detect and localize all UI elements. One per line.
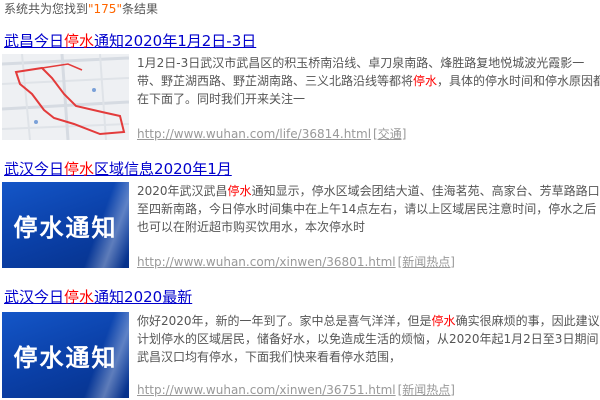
result-title-link[interactable]: 武昌今日停水通知2020年1月2日-3日 bbox=[4, 32, 256, 50]
category-tag[interactable]: [交通] bbox=[373, 127, 406, 141]
title-highlight: 停水 bbox=[64, 160, 95, 178]
summary-suffix: 条结果 bbox=[121, 2, 158, 16]
result-url-line: http://www.wuhan.com/life/36814.html [交通] bbox=[137, 126, 406, 142]
category-tag[interactable]: [新闻热点] bbox=[398, 383, 455, 397]
snippet-text: 2020年武汉武昌 bbox=[137, 184, 228, 198]
title-text: 武昌今日 bbox=[4, 32, 65, 50]
snippet-highlight: 停水 bbox=[431, 314, 456, 328]
notice-thumbnail[interactable]: 停水通知 bbox=[2, 312, 129, 398]
result-snippet: 1月2日-3日武汉市武昌区的积玉桥南沿线、卓刀泉南路、烽胜路复地悦城波光霞影一带… bbox=[137, 54, 600, 110]
results-summary: 系统共为您找到"175"条结果 bbox=[4, 1, 158, 17]
notice-thumbnail[interactable]: 停水通知 bbox=[2, 182, 129, 268]
result-url-line: http://www.wuhan.com/xinwen/36751.html [新… bbox=[137, 382, 455, 398]
result-url[interactable]: http://www.wuhan.com/life/36814.html bbox=[137, 127, 371, 141]
result-url[interactable]: http://www.wuhan.com/xinwen/36751.html bbox=[137, 383, 396, 397]
title-highlight: 停水 bbox=[64, 32, 95, 50]
result-snippet: 你好2020年，新的一年到了。家中总是喜气洋洋，但是停水确实很麻烦的事，因此建议… bbox=[137, 312, 600, 368]
snippet-highlight: 停水 bbox=[227, 184, 252, 198]
route-map-icon[interactable] bbox=[2, 54, 129, 140]
search-result: 武昌今日停水通知2020年1月2日-3日 1月2日-3日武汉市武昌区的积玉桥南沿… bbox=[0, 32, 600, 142]
title-text: 武汉今日 bbox=[4, 160, 65, 178]
result-title-link[interactable]: 武汉今日停水区域信息2020年1月 bbox=[4, 160, 232, 178]
title-text: 通知2020年1月2日-3日 bbox=[94, 32, 257, 50]
title-text: 武汉今日 bbox=[4, 288, 65, 306]
snippet-text: 你好2020年，新的一年到了。家中总是喜气洋洋，但是 bbox=[137, 314, 432, 328]
search-result: 武汉今日停水通知2020最新 停水通知 你好2020年，新的一年到了。家中总是喜… bbox=[0, 288, 600, 400]
result-snippet: 2020年武汉武昌停水通知显示，停水区域会团结大道、佳海茗苑、高家台、芳草路路口… bbox=[137, 182, 600, 238]
search-result: 武汉今日停水区域信息2020年1月 停水通知 2020年武汉武昌停水通知显示，停… bbox=[0, 160, 600, 270]
category-tag[interactable]: [新闻热点] bbox=[398, 255, 455, 269]
title-text: 区域信息2020年1月 bbox=[94, 160, 232, 178]
snippet-highlight: 停水 bbox=[413, 74, 438, 88]
result-url[interactable]: http://www.wuhan.com/xinwen/36801.html bbox=[137, 255, 396, 269]
result-url-line: http://www.wuhan.com/xinwen/36801.html [新… bbox=[137, 254, 455, 270]
title-highlight: 停水 bbox=[64, 288, 95, 306]
title-text: 通知2020最新 bbox=[94, 288, 193, 306]
result-title-link[interactable]: 武汉今日停水通知2020最新 bbox=[4, 288, 192, 306]
results-count: "175" bbox=[88, 2, 122, 16]
summary-prefix: 系统共为您找到 bbox=[4, 2, 89, 16]
